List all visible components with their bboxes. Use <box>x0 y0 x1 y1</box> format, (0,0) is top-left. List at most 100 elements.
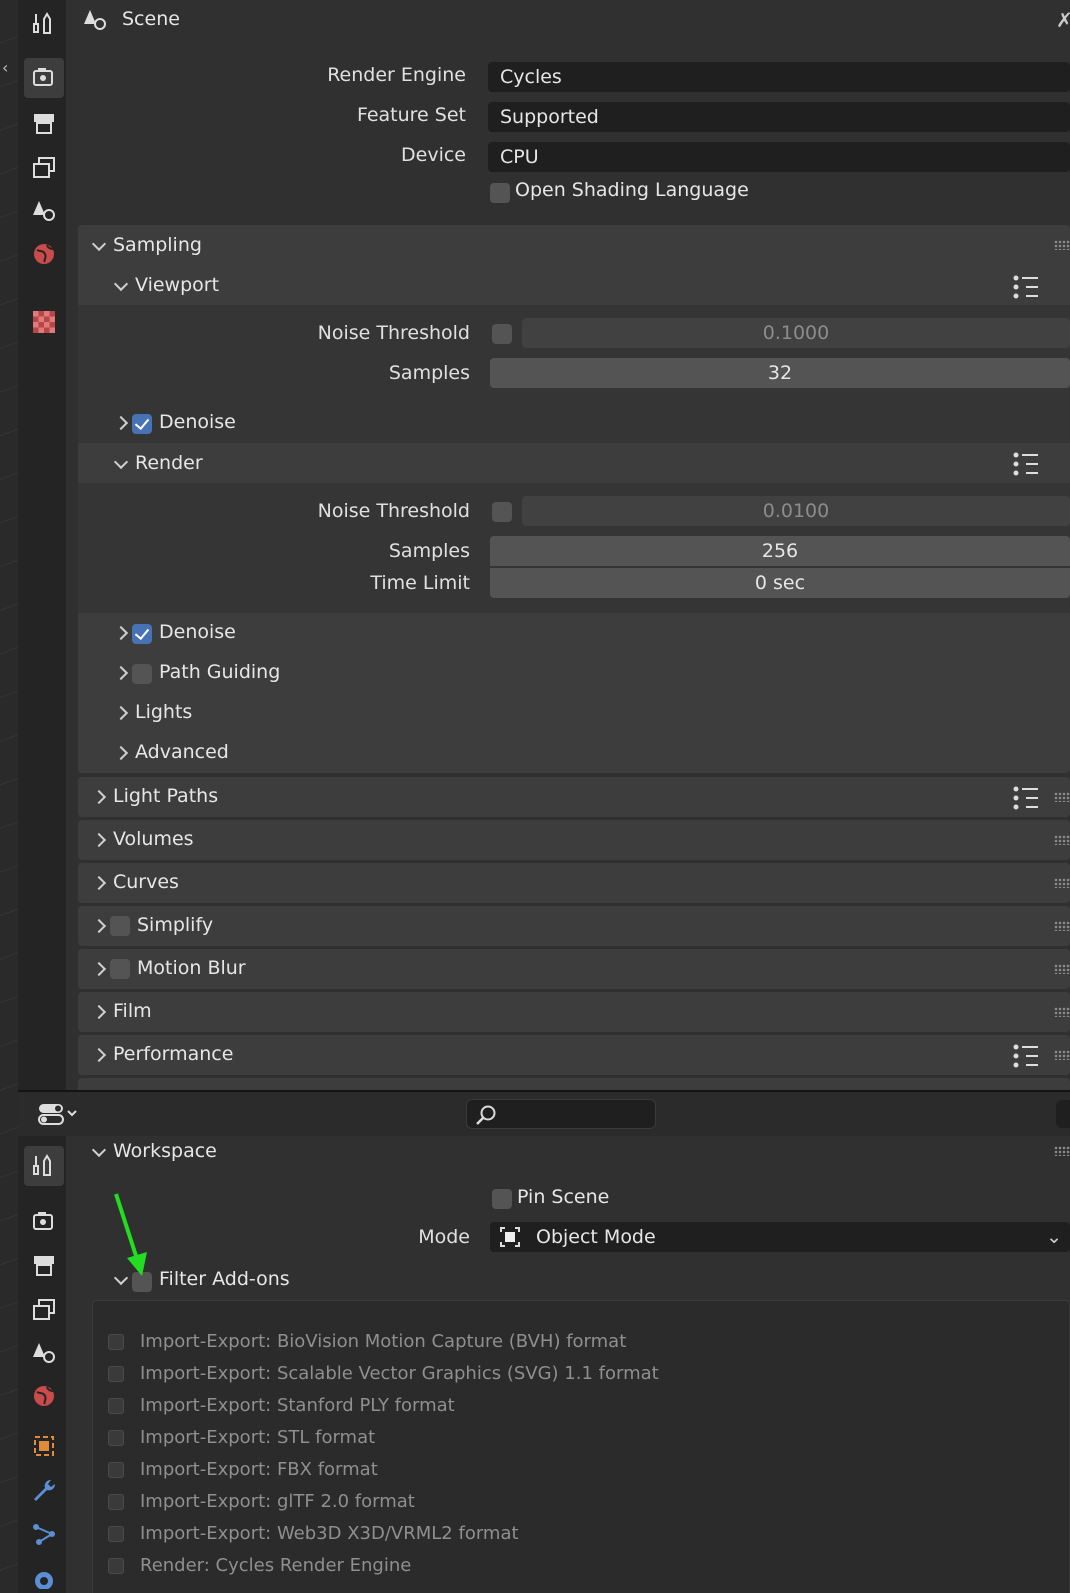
presets-list-icon[interactable] <box>1012 451 1040 477</box>
render-subpanel-header[interactable]: Render <box>135 452 203 474</box>
device-dropdown[interactable]: CPU <box>488 142 1070 172</box>
sampling-chevron-icon[interactable] <box>92 239 106 253</box>
tab-world[interactable] <box>24 234 64 274</box>
film-header[interactable]: Film <box>113 1000 152 1022</box>
addon-checkbox[interactable] <box>108 1334 124 1350</box>
drag-grip-icon[interactable] <box>1054 1050 1070 1060</box>
tab-render[interactable] <box>24 58 64 98</box>
addon-checkbox[interactable] <box>108 1430 124 1446</box>
path-guiding-checkbox[interactable] <box>132 664 152 684</box>
addon-checkbox[interactable] <box>108 1462 124 1478</box>
feature-set-dropdown[interactable]: Supported <box>488 102 1070 132</box>
object-mode-icon <box>500 1227 520 1247</box>
addon-checkbox[interactable] <box>108 1558 124 1574</box>
curves-header[interactable]: Curves <box>113 871 179 893</box>
tab-particles[interactable] <box>24 1514 64 1554</box>
tool-icon <box>33 1154 51 1176</box>
performance-chevron-icon[interactable] <box>92 1048 106 1062</box>
render-noise-threshold-label: Noise Threshold <box>317 500 470 522</box>
motion-blur-chevron-icon[interactable] <box>92 962 106 976</box>
tab-world[interactable] <box>24 1376 64 1416</box>
viewport-samples-field[interactable]: 32 <box>490 358 1070 388</box>
addon-checkbox[interactable] <box>108 1366 124 1382</box>
time-limit-label: Time Limit <box>370 572 470 594</box>
light-paths-chevron-icon[interactable] <box>92 790 106 804</box>
panel-film[interactable] <box>78 992 1070 1032</box>
time-limit-field[interactable]: 0 sec <box>490 568 1070 598</box>
drag-grip-icon[interactable] <box>1054 878 1070 888</box>
panel-simplify[interactable] <box>78 906 1070 946</box>
toolbar-collapse-icon[interactable]: ‹ <box>2 58 18 78</box>
tab-render[interactable] <box>24 1202 64 1242</box>
drag-grip-icon[interactable] <box>1054 1007 1070 1017</box>
options-dropdown[interactable] <box>1056 1100 1070 1128</box>
tab-physics[interactable] <box>24 1556 64 1593</box>
workspace-chevron-icon[interactable] <box>92 1145 106 1159</box>
tab-tool[interactable] <box>24 4 64 44</box>
addon-checkbox[interactable] <box>108 1526 124 1542</box>
addon-checkbox[interactable] <box>108 1494 124 1510</box>
panel-light-paths[interactable] <box>78 777 1070 817</box>
viewport-denoise-chevron-icon[interactable] <box>114 416 128 430</box>
tab-output[interactable] <box>24 104 64 144</box>
viewport-chevron-icon[interactable] <box>114 279 128 293</box>
editor-type-button[interactable] <box>30 1098 82 1130</box>
tab-modifiers[interactable] <box>24 1470 64 1510</box>
light-paths-header[interactable]: Light Paths <box>113 785 218 807</box>
presets-list-icon[interactable] <box>1012 785 1040 811</box>
tab-view-layer[interactable] <box>24 1290 64 1330</box>
drag-grip-icon[interactable] <box>1054 240 1070 250</box>
presets-list-icon[interactable] <box>1012 274 1040 300</box>
volumes-chevron-icon[interactable] <box>92 833 106 847</box>
motion-blur-checkbox[interactable] <box>110 959 130 979</box>
viewport-denoise-checkbox[interactable] <box>132 414 152 434</box>
simplify-header[interactable]: Simplify <box>137 914 213 936</box>
render-denoise-checkbox[interactable] <box>132 624 152 644</box>
presets-list-icon[interactable] <box>1012 1043 1040 1069</box>
osl-checkbox[interactable] <box>490 183 510 203</box>
tab-scene[interactable] <box>24 190 64 230</box>
performance-header[interactable]: Performance <box>113 1043 233 1065</box>
device-label: Device <box>401 144 466 166</box>
panel-curves[interactable] <box>78 863 1070 903</box>
mode-dropdown[interactable]: Object Mode ⌄ <box>490 1222 1070 1252</box>
curves-chevron-icon[interactable] <box>92 876 106 890</box>
motion-blur-header[interactable]: Motion Blur <box>137 957 246 979</box>
simplify-checkbox[interactable] <box>110 916 130 936</box>
tab-output[interactable] <box>24 1246 64 1286</box>
viewport-noise-threshold-field[interactable]: 0.1000 <box>522 318 1070 348</box>
render-noise-threshold-checkbox[interactable] <box>492 502 512 522</box>
path-guiding-chevron-icon[interactable] <box>114 666 128 680</box>
volumes-header[interactable]: Volumes <box>113 828 194 850</box>
tab-view-layer[interactable] <box>24 148 64 188</box>
film-chevron-icon[interactable] <box>92 1005 106 1019</box>
lights-chevron-icon[interactable] <box>114 706 128 720</box>
advanced-subpanel-header[interactable]: Advanced <box>135 741 229 763</box>
render-chevron-icon[interactable] <box>114 457 128 471</box>
search-input[interactable] <box>466 1099 656 1129</box>
tab-tool[interactable] <box>24 1146 64 1186</box>
lights-subpanel-header[interactable]: Lights <box>135 701 192 723</box>
render-denoise-chevron-icon[interactable] <box>114 626 128 640</box>
render-engine-dropdown[interactable]: Cycles <box>488 62 1070 92</box>
render-samples-field[interactable]: 256 <box>490 536 1070 566</box>
advanced-chevron-icon[interactable] <box>114 746 128 760</box>
tab-scene[interactable] <box>24 1332 64 1372</box>
simplify-chevron-icon[interactable] <box>92 919 106 933</box>
tab-object[interactable] <box>24 1426 64 1466</box>
pin-icon[interactable]: ✗ <box>1056 10 1070 30</box>
drag-grip-icon[interactable] <box>1054 792 1070 802</box>
viewport-subpanel-header[interactable]: Viewport <box>135 274 219 296</box>
drag-grip-icon[interactable] <box>1054 1146 1070 1156</box>
drag-grip-icon[interactable] <box>1054 964 1070 974</box>
render-noise-threshold-field[interactable]: 0.0100 <box>522 496 1070 526</box>
panel-volumes[interactable] <box>78 820 1070 860</box>
workspace-header[interactable]: Workspace <box>113 1140 217 1162</box>
tab-texture[interactable] <box>24 302 64 342</box>
drag-grip-icon[interactable] <box>1054 921 1070 931</box>
sampling-header[interactable]: Sampling <box>113 234 202 256</box>
drag-grip-icon[interactable] <box>1054 835 1070 845</box>
viewport-noise-threshold-checkbox[interactable] <box>492 324 512 344</box>
addon-checkbox[interactable] <box>108 1398 124 1414</box>
pin-scene-checkbox[interactable] <box>492 1189 512 1209</box>
